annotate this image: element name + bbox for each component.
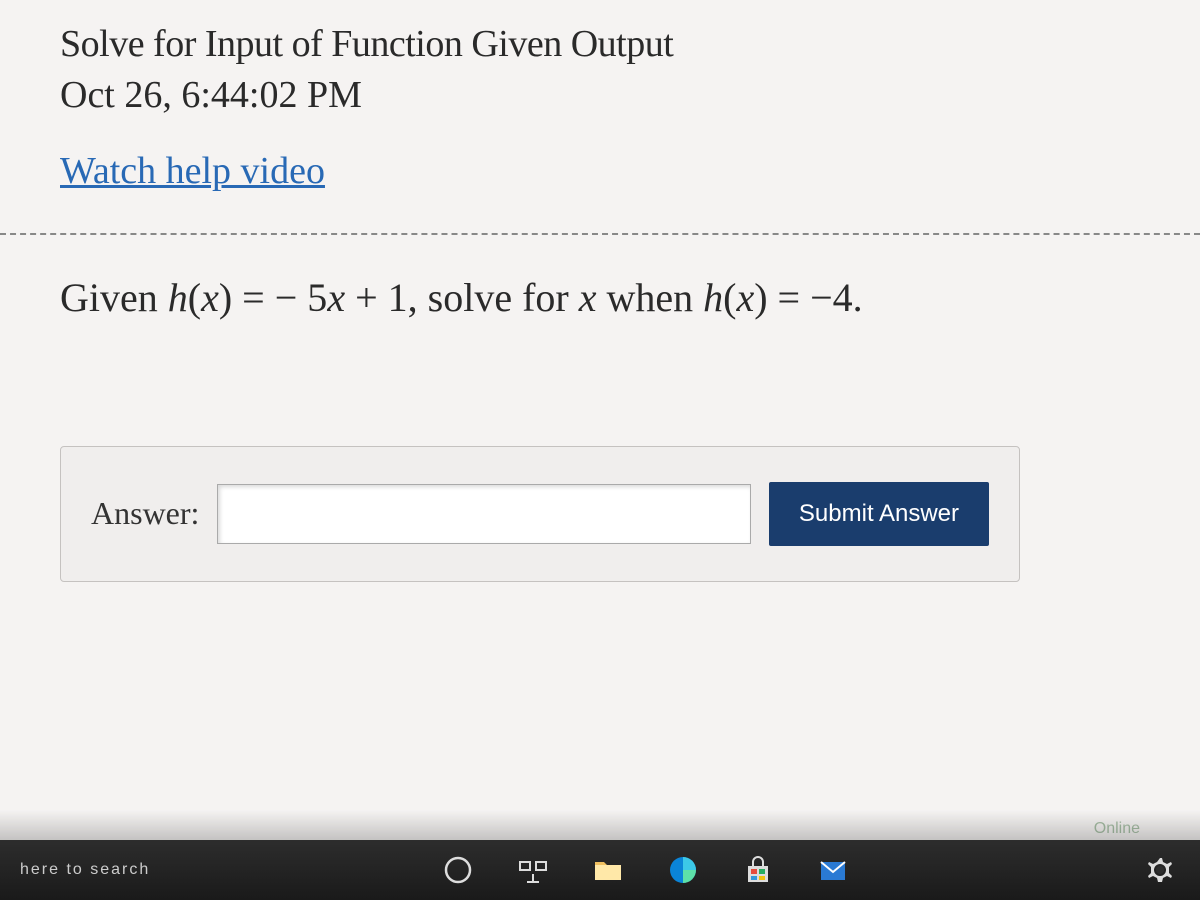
answer-input[interactable] xyxy=(217,484,751,544)
edge-icon[interactable] xyxy=(663,850,703,890)
section-divider xyxy=(0,233,1200,235)
problem-prefix: Given xyxy=(60,275,168,320)
settings-icon[interactable] xyxy=(1140,850,1180,890)
rhs-coef: − 5 xyxy=(275,275,328,320)
page-title: Solve for Input of Function Given Output xyxy=(60,20,1140,69)
store-icon[interactable] xyxy=(738,850,778,890)
value: = −4. xyxy=(768,275,863,320)
submit-button[interactable]: Submit Answer xyxy=(769,482,989,546)
file-explorer-icon[interactable] xyxy=(588,850,628,890)
plus-one: + 1 xyxy=(345,275,408,320)
page-timestamp: Oct 26, 6:44:02 PM xyxy=(60,71,1140,120)
solve-text: , solve for xyxy=(408,275,579,320)
func-name-2: h xyxy=(703,275,723,320)
var-3: x xyxy=(579,275,597,320)
windows-taskbar: here to search xyxy=(0,840,1200,900)
answer-label: Answer: xyxy=(91,495,199,532)
mail-icon[interactable] xyxy=(813,850,853,890)
search-text-partial[interactable]: here to search xyxy=(20,861,150,879)
problem-statement: Given h(x) = − 5x + 1, solve for x when … xyxy=(60,270,1140,326)
task-view-icon[interactable] xyxy=(513,850,553,890)
cortana-icon[interactable] xyxy=(438,850,478,890)
func-name-1: h xyxy=(168,275,188,320)
var-2: x xyxy=(327,275,345,320)
bottom-shadow xyxy=(0,810,1200,840)
when-text: when xyxy=(596,275,703,320)
answer-box: Answer: Submit Answer xyxy=(60,446,1020,582)
help-video-link[interactable]: Watch help video xyxy=(60,149,325,193)
var-4: x xyxy=(736,275,754,320)
var-1: x xyxy=(201,275,219,320)
